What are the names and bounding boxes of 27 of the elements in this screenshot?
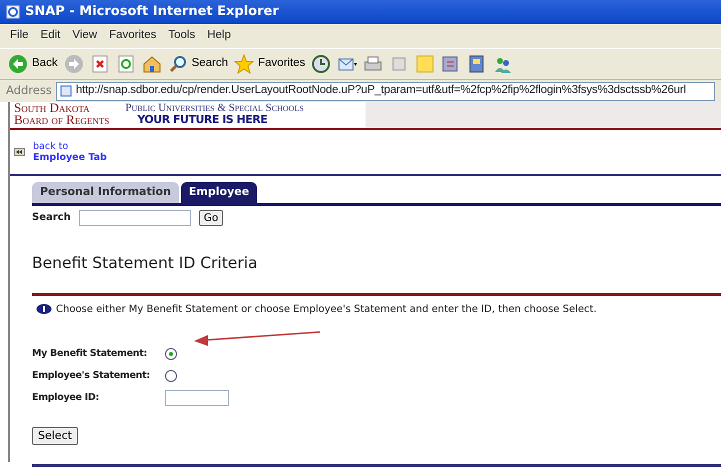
menu-item[interactable]: File xyxy=(6,27,33,45)
window-title: SNAP - Microsoft Internet Explorer xyxy=(25,3,279,22)
select-button[interactable]: Select xyxy=(32,426,78,445)
back-button[interactable]: Back xyxy=(8,54,58,74)
menu-item[interactable]: Help xyxy=(203,27,235,45)
search-button[interactable]: Search xyxy=(168,54,228,74)
menu-item[interactable]: Tools xyxy=(164,27,200,45)
field-label: Employee ID: xyxy=(32,390,100,405)
back-link[interactable]: back to Employee Tab xyxy=(33,141,107,163)
star-button[interactable]: Favorites xyxy=(234,54,306,74)
menu-item[interactable]: Favorites xyxy=(105,27,160,45)
field-label: Employee's Statement: xyxy=(32,368,151,383)
tab[interactable]: Employee xyxy=(180,182,258,202)
org-name: South Dakota xyxy=(14,102,91,114)
search-label: Search xyxy=(32,211,71,225)
tab[interactable]: Personal Information xyxy=(32,182,179,202)
page-heading: Benefit Statement ID Criteria xyxy=(32,252,259,274)
menu-item[interactable]: View xyxy=(68,27,102,45)
banner-slogan: YOUR FUTURE IS HERE xyxy=(137,114,268,126)
field-label: My Benefit Statement: xyxy=(32,346,148,361)
address-label: Address xyxy=(6,82,52,100)
org-name: Board of Regents xyxy=(14,114,110,126)
banner-subtitle: Public Universities & Special Schools xyxy=(125,102,304,114)
menu-item[interactable]: Edit xyxy=(36,27,64,45)
go-button[interactable]: Go xyxy=(198,210,224,226)
info-text: Choose either My Benefit Statement or choose Employee's Statement and enter the ID, then choose Select. xyxy=(56,302,597,317)
address-field[interactable]: http://snap.sdbor.edu/cp/render.UserLayoutRootNode.uP?uP_tparam=utf&utf=%2fcp%2fip%2flogin%3fsys%3dsctssb%26url xyxy=(56,82,715,100)
